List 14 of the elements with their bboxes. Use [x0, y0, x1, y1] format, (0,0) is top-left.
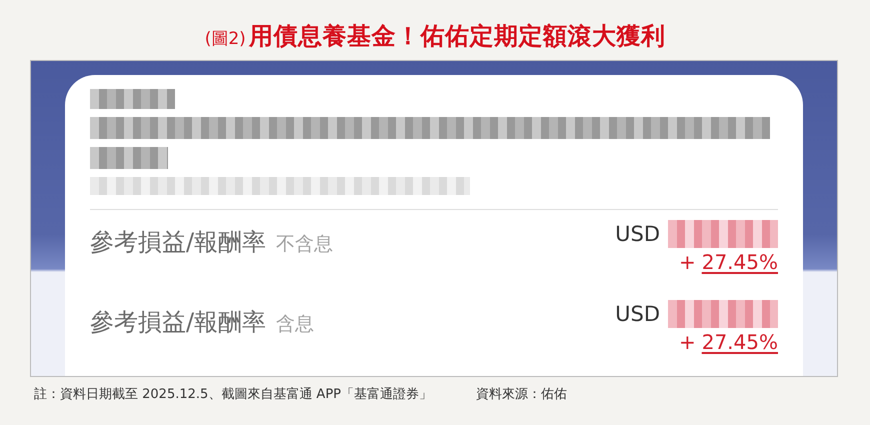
row-label: 參考損益/報酬率 [90, 227, 266, 258]
sign-text: + [678, 250, 696, 274]
figure-number: (圖2) [204, 28, 246, 50]
currency-label: USD [615, 222, 660, 246]
footnote: 註：資料日期截至 2025.12.5、截圖來自基富通 APP「基富通證券」 [34, 386, 432, 403]
row-label: 參考損益/報酬率 [90, 307, 266, 338]
sign-text: + [678, 330, 696, 354]
return-rate-link[interactable]: 27.45% [702, 250, 778, 274]
currency-label: USD [615, 302, 660, 326]
figure-title: 用債息養基金！佑佑定期定額滾大獲利 [248, 21, 666, 52]
row-note: 含息 [276, 312, 314, 337]
source-note: 資料來源：佑佑 [476, 386, 567, 403]
return-rate-link[interactable]: 27.45% [702, 330, 778, 354]
row-note: 不含息 [276, 232, 334, 257]
